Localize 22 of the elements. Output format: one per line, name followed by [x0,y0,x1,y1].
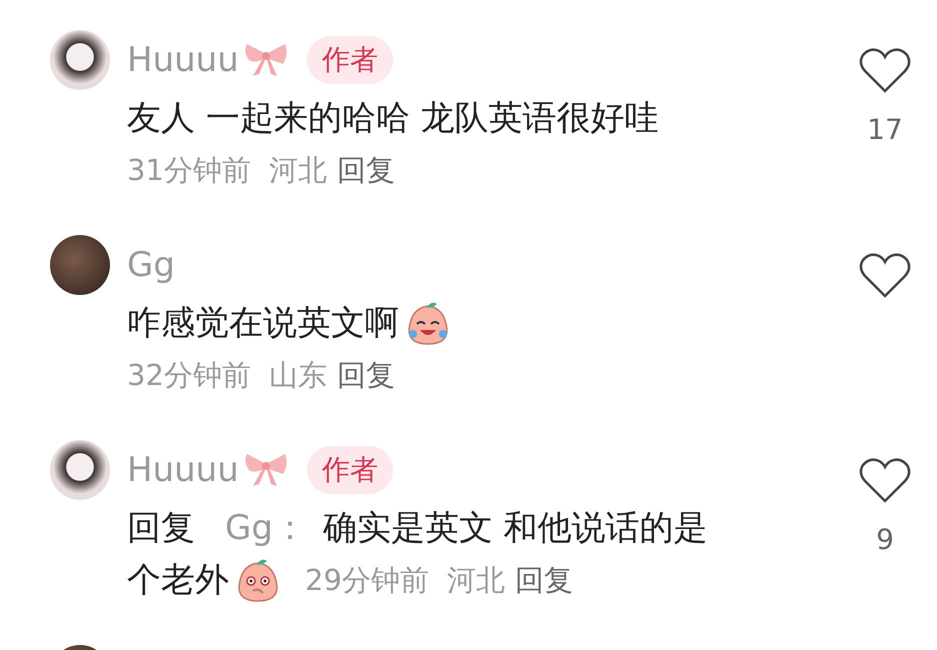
comment-time: 32分钟前 [127,357,251,394]
username[interactable]: Huuuu [127,450,239,490]
like-count: 9 [876,523,894,556]
comment-text: 确实是英文 和他说话的是 [322,507,708,550]
username[interactable]: Gg [127,245,175,285]
comment-region: 河北 [446,562,505,599]
reply-link[interactable]: 回复 [336,349,395,401]
comment-time: 29分钟前 [305,562,429,599]
reply-link[interactable]: 回复 [514,554,573,606]
comment-text: 咋感觉在说英文啊 [127,302,399,345]
reply-label: 回复 [127,507,195,550]
comment-region: 河北 [268,152,327,189]
author-tag: 作者 [306,36,393,84]
like-count: 17 [867,113,903,146]
comment-text: 友人 一起来的哈哈 龙队英语很好哇 [127,97,659,140]
author-tag: 作者 [306,446,393,494]
username[interactable]: Huuuu [127,40,239,80]
comment-time: 31分钟前 [127,152,251,189]
comment-text: 个老外 [127,559,229,602]
reply-link[interactable]: 回复 [336,144,395,196]
reply-target-name[interactable]: Gg： [225,502,307,554]
comment-region: 山东 [268,357,327,394]
